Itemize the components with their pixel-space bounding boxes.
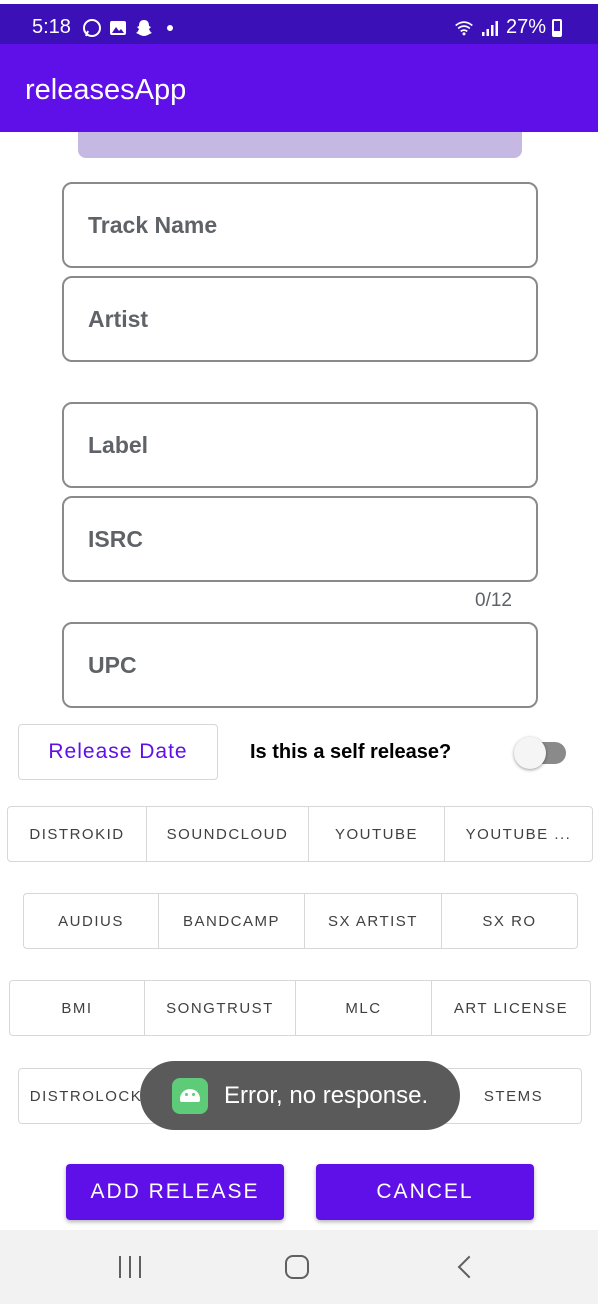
- back-icon[interactable]: [446, 1252, 486, 1282]
- chip-bandcamp[interactable]: BANDCAMP: [159, 893, 305, 949]
- chip-row: AUDIUS BANDCAMP SX ARTIST SX RO: [23, 893, 578, 949]
- toast-message: Error, no response.: [224, 1081, 429, 1109]
- android-icon: [172, 1077, 208, 1114]
- gallery-icon: [108, 18, 128, 38]
- chip-songtrust[interactable]: SONGTRUST: [145, 980, 296, 1036]
- upc-input[interactable]: UPC: [62, 622, 538, 708]
- chip-row: BMI SONGTRUST MLC ART LICENSE: [9, 980, 591, 1036]
- notification-icons: [82, 18, 180, 38]
- snapchat-icon: [134, 18, 154, 38]
- status-bar: 5:18 27%: [0, 0, 598, 44]
- dot-icon: [160, 18, 180, 38]
- chip-bmi[interactable]: BMI: [9, 980, 145, 1036]
- artist-input[interactable]: Artist: [62, 276, 538, 362]
- chip-sx-artist[interactable]: SX ARTIST: [305, 893, 442, 949]
- chip-mlc[interactable]: MLC: [296, 980, 432, 1036]
- chip-sx-ro[interactable]: SX RO: [442, 893, 578, 949]
- artist-placeholder: Artist: [88, 306, 149, 332]
- chip-youtube-more[interactable]: YOUTUBE ...: [445, 806, 593, 862]
- status-time: 5:18: [32, 16, 71, 38]
- self-release-label: Is this a self release?: [250, 741, 452, 763]
- self-release-switch-thumb[interactable]: [514, 737, 546, 769]
- track-name-placeholder: Track Name: [88, 212, 218, 238]
- label-placeholder: Label: [88, 432, 149, 458]
- add-release-button[interactable]: ADD RELEASE: [66, 1164, 284, 1220]
- chip-distrokid[interactable]: DISTROKID: [7, 806, 147, 862]
- isrc-input[interactable]: ISRC: [62, 496, 538, 582]
- battery-percent: 27%: [505, 16, 546, 38]
- chip-youtube[interactable]: YOUTUBE: [309, 806, 445, 862]
- home-icon[interactable]: [277, 1252, 317, 1282]
- release-date-button[interactable]: Release Date: [18, 724, 218, 780]
- chip-distrolock[interactable]: DISTROLOCK: [18, 1068, 154, 1124]
- system-status: 27%: [454, 16, 562, 39]
- chip-soundcloud[interactable]: SOUNDCLOUD: [147, 806, 309, 862]
- recents-icon[interactable]: [110, 1252, 150, 1282]
- app-title: releasesApp: [25, 74, 187, 106]
- chip-audius[interactable]: AUDIUS: [23, 893, 159, 949]
- progress-indicator: [78, 132, 522, 158]
- upc-placeholder: UPC: [88, 652, 137, 678]
- battery-icon: [552, 18, 562, 37]
- isrc-placeholder: ISRC: [88, 526, 143, 552]
- cancel-button[interactable]: CANCEL: [316, 1164, 534, 1220]
- label-input[interactable]: Label: [62, 402, 538, 488]
- app-bar: releasesApp: [0, 44, 598, 132]
- wifi-icon: [454, 18, 474, 38]
- chip-row: DISTROKID SOUNDCLOUD YOUTUBE YOUTUBE ...: [7, 806, 593, 862]
- chip-stems[interactable]: STEMS: [446, 1068, 582, 1124]
- error-toast: Error, no response.: [140, 1061, 460, 1130]
- whatsapp-icon: [82, 18, 102, 38]
- chip-art-license[interactable]: ART LICENSE: [432, 980, 591, 1036]
- isrc-char-counter: 0/12: [475, 590, 512, 611]
- navigation-bar: [0, 1230, 598, 1304]
- track-name-input[interactable]: Track Name: [62, 182, 538, 268]
- signal-icon: [480, 18, 500, 38]
